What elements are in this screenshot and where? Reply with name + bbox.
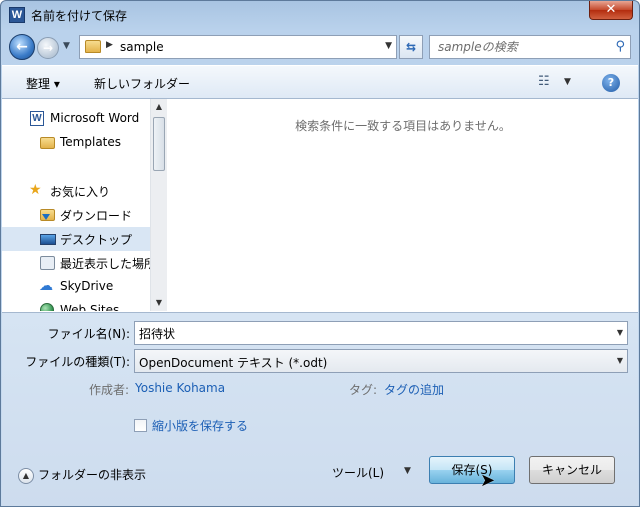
sidebar-item-label: Web Sites: [60, 303, 120, 311]
download-folder-icon: [40, 209, 55, 221]
back-button[interactable]: ←: [9, 34, 35, 60]
sidebar-item-label: ダウンロード: [60, 209, 133, 223]
address-history-dropdown-icon[interactable]: ▼: [385, 41, 392, 51]
filename-label: ファイル名(N):: [47, 327, 130, 341]
sidebar-item-desktop[interactable]: デスクトップ: [2, 227, 150, 251]
tags-label: タグ:: [349, 383, 378, 397]
recent-places-icon: [40, 256, 55, 270]
address-bar[interactable]: ▶ sample ▼: [79, 35, 397, 59]
sidebar-item-microsoft-word[interactable]: W Microsoft Word: [2, 107, 150, 131]
filename-dropdown-icon[interactable]: ▼: [617, 328, 623, 337]
recent-locations-dropdown-icon[interactable]: ▼: [63, 41, 75, 53]
help-icon[interactable]: ?: [602, 74, 620, 92]
forward-button[interactable]: →: [37, 37, 59, 59]
scroll-up-icon[interactable]: ▲: [151, 99, 167, 115]
tools-menu-button[interactable]: ツール(L): [332, 464, 384, 481]
word-icon: W: [30, 111, 44, 126]
author-value[interactable]: Yoshie Kohama: [135, 381, 225, 395]
web-sites-icon: [40, 303, 54, 311]
sidebar-item-label: SkyDrive: [60, 279, 114, 293]
title-bar: W 名前を付けて保存 ✕: [1, 1, 639, 29]
search-icon[interactable]: ⚲: [615, 39, 625, 54]
skydrive-icon: ☁: [39, 278, 53, 294]
filetype-dropdown-icon[interactable]: ▼: [617, 356, 623, 365]
refresh-button[interactable]: ⇆: [399, 35, 423, 59]
empty-results-message: 検索条件に一致する項目はありません。: [295, 119, 511, 133]
new-folder-button[interactable]: 新しいフォルダー: [94, 75, 190, 92]
close-button[interactable]: ✕: [589, 1, 633, 20]
sidebar-item-label: 最近表示した場所: [60, 257, 150, 271]
cancel-button[interactable]: キャンセル: [529, 456, 615, 484]
sidebar-item-web-sites[interactable]: Web Sites: [2, 299, 150, 311]
browser-panes: W Microsoft Word Templates ★ お気に入り ダウンロー…: [2, 99, 638, 313]
filetype-label: ファイルの種類(T):: [25, 355, 130, 369]
save-thumbnail-checkbox[interactable]: [134, 419, 147, 432]
scrollbar-thumb[interactable]: [153, 117, 165, 171]
search-box[interactable]: ⚲: [429, 35, 631, 59]
change-view-icon[interactable]: ☷: [538, 74, 554, 90]
sidebar-item-recent-places[interactable]: 最近表示した場所: [2, 251, 150, 275]
breadcrumb-current-folder[interactable]: sample: [120, 40, 164, 54]
save-thumbnail-label[interactable]: 縮小版を保存する: [152, 417, 248, 434]
sidebar-item-downloads[interactable]: ダウンロード: [2, 203, 150, 227]
folder-icon: [40, 137, 55, 149]
folder-icon: [85, 40, 101, 53]
view-options-dropdown-icon[interactable]: ▼: [564, 77, 571, 87]
search-input[interactable]: [430, 36, 606, 58]
navigation-bar: ← → ▼ ▶ sample ▼ ⇆ ⚲: [1, 29, 639, 63]
sidebar-item-label: お気に入り: [50, 185, 111, 199]
organize-menu-button[interactable]: 整理 ▾: [26, 75, 60, 92]
sidebar-item-label: Templates: [60, 135, 122, 149]
filetype-select[interactable]: OpenDocument テキスト (*.odt) ▼: [134, 349, 628, 373]
sidebar-item-label: デスクトップ: [60, 233, 133, 247]
filename-combobox[interactable]: ▼: [134, 321, 628, 345]
hide-folders-label: フォルダーの非表示: [38, 468, 147, 482]
author-label: 作成者:: [89, 383, 130, 397]
word-app-icon: W: [9, 7, 25, 23]
add-tags-link[interactable]: タグの追加: [384, 381, 444, 398]
scroll-down-icon[interactable]: ▼: [151, 295, 167, 311]
sidebar-item-label: Microsoft Word: [50, 111, 140, 125]
filetype-selected-value: OpenDocument テキスト (*.odt): [139, 356, 328, 370]
desktop-icon: [40, 234, 56, 245]
file-list-pane[interactable]: 検索条件に一致する項目はありません。: [168, 99, 638, 311]
save-button[interactable]: 保存(S): [429, 456, 515, 484]
window-title: 名前を付けて保存: [31, 9, 128, 23]
chevron-up-icon: ▲: [18, 467, 34, 484]
sidebar-item-skydrive[interactable]: ☁ SkyDrive: [2, 275, 150, 299]
tools-dropdown-icon[interactable]: ▼: [404, 466, 411, 476]
mouse-cursor-icon: ➤: [480, 470, 496, 491]
sidebar-item-templates[interactable]: Templates: [2, 131, 150, 155]
breadcrumb-arrow-icon[interactable]: ▶: [106, 40, 113, 50]
navigation-pane: W Microsoft Word Templates ★ お気に入り ダウンロー…: [2, 99, 150, 311]
sidebar-item-favorites[interactable]: ★ お気に入り: [2, 179, 150, 203]
navigation-scrollbar[interactable]: ▲ ▼: [150, 99, 167, 311]
command-toolbar: 整理 ▾ 新しいフォルダー ☷ ▼ ?: [2, 65, 638, 99]
save-options-panel: ファイル名(N): ▼ ファイルの種類(T): OpenDocument テキス…: [2, 313, 638, 506]
hide-folders-button[interactable]: ▲ フォルダーの非表示: [18, 466, 146, 484]
filename-input[interactable]: [135, 322, 627, 344]
save-as-dialog: W 名前を付けて保存 ✕ ← → ▼ ▶ sample ▼ ⇆ ⚲ 整理 ▾ 新…: [0, 0, 640, 507]
star-icon: ★: [29, 182, 42, 198]
